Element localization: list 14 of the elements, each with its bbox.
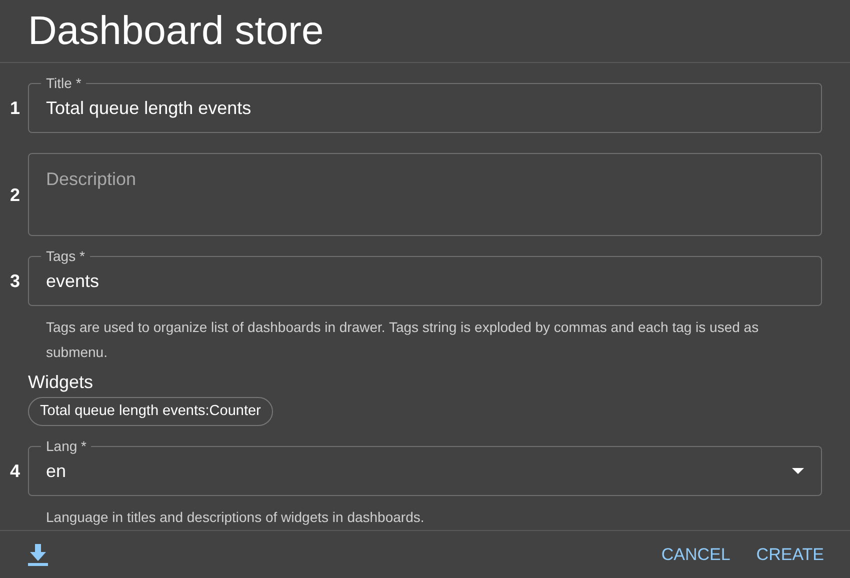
field-number: 4 xyxy=(10,462,20,480)
caret-icon xyxy=(792,468,804,474)
widget-chip[interactable]: Total queue length events:Counter xyxy=(28,397,273,426)
helper-text: Language in titles and descriptions of widgets in dashboards. xyxy=(46,508,426,528)
field-number: 3 xyxy=(10,272,20,290)
dialog-title: Dashboard store xyxy=(28,11,324,52)
download-icon[interactable] xyxy=(28,544,48,566)
section-heading: Widgets xyxy=(28,371,94,394)
field-number: 2 xyxy=(10,186,20,204)
description-field[interactable]: Description xyxy=(28,153,822,236)
helper-text: Tags are used to organize list of dashboards in drawer. Tags string is exploded by commas and each tag is used as submenu. xyxy=(46,318,760,362)
field-number: 1 xyxy=(10,99,20,118)
dialog-action-button[interactable]: CANCEL xyxy=(653,536,738,574)
dialog-action-button[interactable]: CREATE xyxy=(748,536,832,574)
